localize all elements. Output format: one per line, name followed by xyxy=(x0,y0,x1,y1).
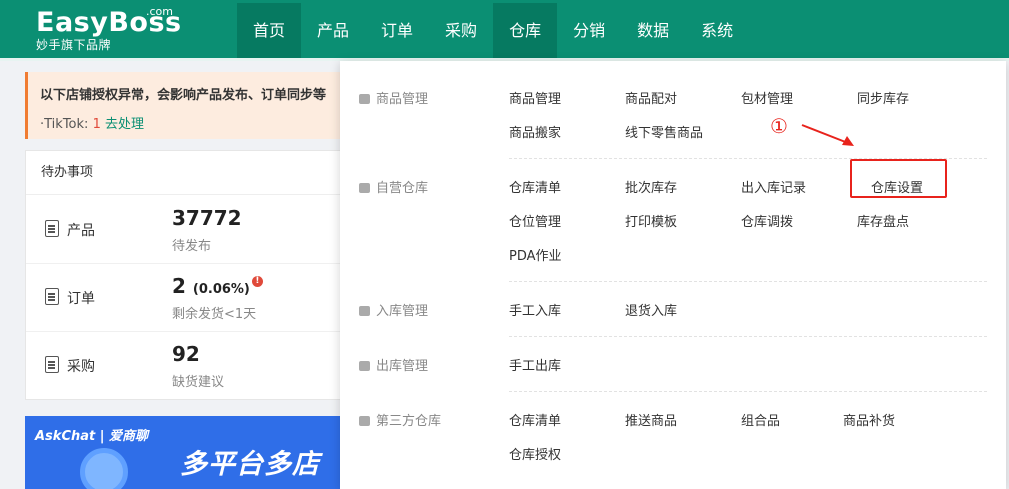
highlight-box xyxy=(850,159,947,198)
todo-row-products[interactable]: 产品 37772 待发布 xyxy=(26,196,346,264)
alert-platform: ·TikTok: xyxy=(40,117,89,132)
nav-distribution[interactable]: 分销 xyxy=(557,3,621,58)
todo-label: 订单 xyxy=(67,291,95,307)
menu-item[interactable]: 同步库存 xyxy=(857,88,909,107)
category-outbound: 出库管理 xyxy=(359,355,428,374)
menu-item[interactable]: 包材管理 xyxy=(741,88,793,107)
banner-headline: 多平台多店 xyxy=(180,449,320,480)
category-label: 自营仓库 xyxy=(376,181,429,196)
menu-item[interactable]: 仓库调拨 xyxy=(741,211,793,230)
menu-item[interactable]: 库存盘点 xyxy=(857,211,909,230)
logo-subtitle: 妙手旗下品牌 xyxy=(36,38,112,52)
menu-item[interactable]: 商品搬家 xyxy=(509,122,561,141)
category-product-management: 商品管理 xyxy=(359,88,428,107)
nav-data[interactable]: 数据 xyxy=(621,3,685,58)
warehouse-dropdown-menu: 商品管理 商品管理 商品配对 包材管理 同步库存 商品搬家 线下零售商品 自营仓… xyxy=(340,61,1006,489)
category-own-warehouse: 自营仓库 xyxy=(359,177,428,196)
nav-orders[interactable]: 订单 xyxy=(365,3,429,58)
menu-item[interactable]: 退货入库 xyxy=(625,300,677,319)
todo-value: 92 xyxy=(172,342,200,366)
todo-label: 产品 xyxy=(67,223,95,239)
todo-row-orders[interactable]: 订单 2 (0.06%)! 剩余发货<1天 xyxy=(26,264,346,332)
outbound-icon xyxy=(359,361,370,371)
alert-title: 以下店铺授权异常，会影响产品发布、订单同步等 xyxy=(40,88,327,103)
todo-sub: 剩余发货<1天 xyxy=(172,307,257,322)
box-icon xyxy=(359,94,370,104)
todo-sub: 待发布 xyxy=(172,239,212,254)
todo-count: 92 xyxy=(172,342,200,366)
menu-item[interactable]: 推送商品 xyxy=(625,410,677,429)
category-label: 商品管理 xyxy=(376,92,429,107)
menu-item[interactable]: 组合品 xyxy=(741,410,780,429)
menu-item[interactable]: 打印模板 xyxy=(625,211,677,230)
purchase-icon xyxy=(45,356,59,373)
menu-item[interactable]: 批次库存 xyxy=(625,177,677,196)
nav-home[interactable]: 首页 xyxy=(237,3,302,58)
main-nav: 首页 产品 订单 采购 仓库 分销 数据 系统 xyxy=(237,3,749,58)
annotation-arrow-icon xyxy=(801,124,854,146)
order-icon xyxy=(45,288,59,305)
nav-system[interactable]: 系统 xyxy=(685,3,749,58)
todo-value: 2 (0.06%)! xyxy=(172,274,263,298)
divider xyxy=(509,281,987,282)
category-third-party-warehouse: 第三方仓库 xyxy=(359,410,441,429)
menu-item[interactable]: 仓库清单 xyxy=(509,177,561,196)
category-inbound: 入库管理 xyxy=(359,300,428,319)
askchat-banner[interactable]: AskChat | 爱商聊 多平台多店 xyxy=(25,416,345,489)
product-icon xyxy=(45,220,59,237)
menu-item[interactable]: 线下零售商品 xyxy=(625,122,703,141)
warning-icon: ! xyxy=(251,276,263,287)
logo-com: .com xyxy=(146,5,173,18)
top-nav-bar: EasyBoss .com 妙手旗下品牌 首页 产品 订单 采购 仓库 分销 数… xyxy=(0,0,1009,61)
menu-item[interactable]: 出入库记录 xyxy=(741,177,806,196)
category-label: 第三方仓库 xyxy=(376,414,442,429)
menu-item[interactable]: PDA作业 xyxy=(509,245,562,264)
annotation-marker: ① xyxy=(770,114,788,138)
todo-value: 37772 xyxy=(172,206,242,230)
menu-item[interactable]: 商品补货 xyxy=(843,410,895,429)
menu-item[interactable]: 仓库授权 xyxy=(509,444,561,463)
category-label: 入库管理 xyxy=(376,304,429,319)
todo-count: 37772 xyxy=(172,206,242,230)
menu-item[interactable]: 仓位管理 xyxy=(509,211,561,230)
divider xyxy=(509,336,987,337)
menu-item[interactable]: 商品管理 xyxy=(509,88,561,107)
todo-percent: (0.06%) xyxy=(192,282,250,297)
menu-item[interactable]: 商品配对 xyxy=(625,88,677,107)
menu-item[interactable]: 仓库清单 xyxy=(509,410,561,429)
divider xyxy=(509,391,987,392)
nav-products[interactable]: 产品 xyxy=(301,3,365,58)
banner-graphic xyxy=(80,448,128,489)
nav-warehouse[interactable]: 仓库 xyxy=(493,3,558,58)
category-label: 出库管理 xyxy=(376,359,429,374)
banner-brand: AskChat | 爱商聊 xyxy=(35,429,149,444)
todo-title: 待办事项 xyxy=(26,151,344,195)
alert-action-link[interactable]: 去处理 xyxy=(105,117,144,132)
menu-item[interactable]: 手工入库 xyxy=(509,300,561,319)
auth-alert: 以下店铺授权异常，会影响产品发布、订单同步等 ·TikTok: 1 去处理 xyxy=(25,72,345,139)
todo-row-purchasing[interactable]: 采购 92 缺货建议 xyxy=(26,332,346,400)
todo-label: 采购 xyxy=(67,359,95,375)
warehouse-icon xyxy=(359,183,370,193)
todo-card: 待办事项 产品 37772 待发布 订单 2 (0.06%)! 剩余发货<1天 … xyxy=(25,150,346,400)
nav-purchasing[interactable]: 采购 xyxy=(429,3,493,58)
todo-sub: 缺货建议 xyxy=(172,375,225,390)
third-party-icon xyxy=(359,416,370,426)
menu-item[interactable]: 手工出库 xyxy=(509,355,561,374)
alert-detail: ·TikTok: 1 去处理 xyxy=(40,113,144,132)
inbound-icon xyxy=(359,306,370,316)
logo[interactable]: EasyBoss .com 妙手旗下品牌 xyxy=(36,5,182,52)
alert-count: 1 xyxy=(92,117,101,132)
todo-count: 2 xyxy=(172,274,186,298)
